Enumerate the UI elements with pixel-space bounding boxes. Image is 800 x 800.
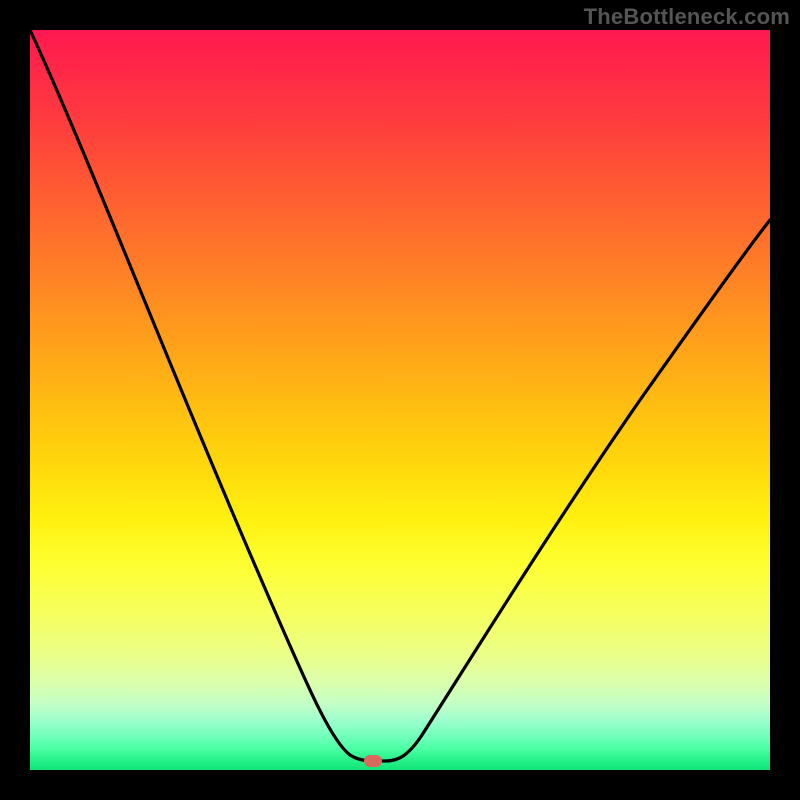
plot-area [30, 30, 770, 770]
watermark-text: TheBottleneck.com [584, 4, 790, 30]
chart-frame: TheBottleneck.com [0, 0, 800, 800]
curve-path [30, 30, 770, 761]
optimal-point-marker [364, 755, 382, 767]
bottleneck-curve [30, 30, 770, 770]
